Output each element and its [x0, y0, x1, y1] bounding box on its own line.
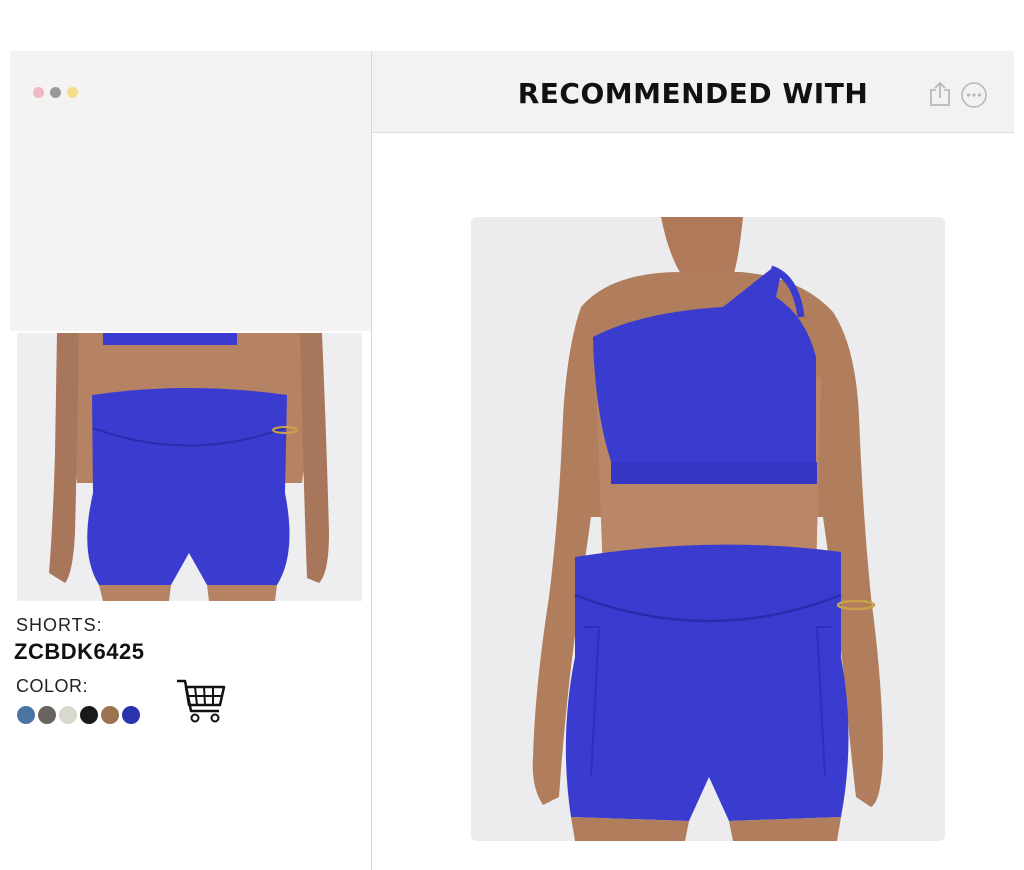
left-panel-top — [10, 51, 371, 331]
color-swatch[interactable] — [17, 706, 35, 724]
page-title: RECOMMENDED WITH — [517, 77, 869, 110]
panel-divider — [371, 51, 372, 870]
color-swatch[interactable] — [80, 706, 98, 724]
product-thumbnail[interactable] — [17, 333, 362, 601]
color-swatch[interactable] — [101, 706, 119, 724]
shopping-cart-icon[interactable] — [175, 677, 227, 725]
color-swatch[interactable] — [38, 706, 56, 724]
color-swatch[interactable] — [59, 706, 77, 724]
close-dot[interactable] — [33, 87, 44, 98]
left-panel: SHORTS: ZCBDK6425 COLOR: — [10, 51, 371, 870]
main-product-image[interactable] — [471, 217, 945, 841]
header-bar: RECOMMENDED WITH — [372, 51, 1014, 133]
more-options-icon[interactable] — [961, 82, 987, 108]
share-icon[interactable] — [928, 81, 952, 107]
window-controls — [33, 87, 78, 98]
product-card: SHORTS: ZCBDK6425 COLOR: — [10, 331, 371, 870]
product-sku: ZCBDK6425 — [14, 639, 145, 664]
category-label: SHORTS: — [16, 615, 103, 635]
minimize-dot[interactable] — [50, 87, 61, 98]
color-label: COLOR: — [16, 676, 89, 696]
maximize-dot[interactable] — [67, 87, 78, 98]
color-swatch[interactable] — [122, 706, 140, 724]
color-swatches — [17, 706, 140, 724]
